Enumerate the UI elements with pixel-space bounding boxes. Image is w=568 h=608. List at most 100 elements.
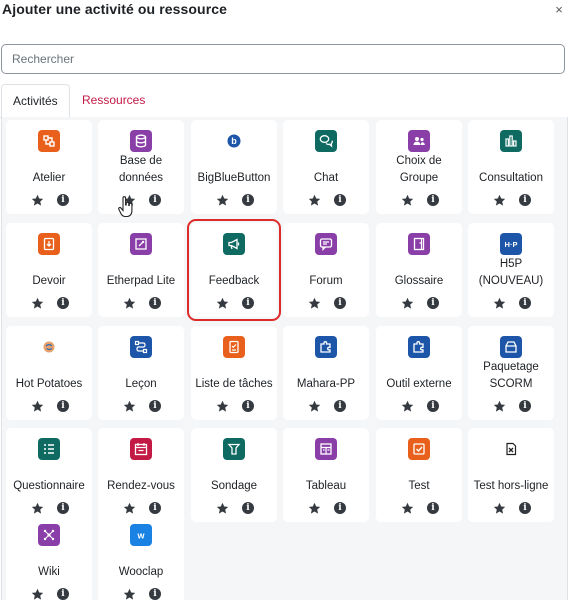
info-icon[interactable]: i (334, 297, 346, 309)
activity-card[interactable]: Consultation i (468, 120, 554, 214)
star-icon[interactable] (308, 502, 321, 515)
activity-name: Etherpad Lite (106, 275, 176, 287)
tab-resources[interactable]: Ressources (71, 84, 156, 116)
activity-card[interactable]: Devoir i (6, 223, 92, 317)
info-icon[interactable]: i (242, 502, 254, 514)
activity-card[interactable]: Hot Potatoes i (6, 326, 92, 420)
star-icon[interactable] (493, 194, 506, 207)
star-icon[interactable] (308, 194, 321, 207)
database-icon (130, 130, 152, 152)
activity-card[interactable]: H·P H5P (NOUVEAU) i (468, 223, 554, 317)
star-icon[interactable] (123, 588, 136, 601)
info-icon[interactable]: i (242, 297, 254, 309)
info-icon[interactable]: i (149, 297, 161, 309)
search-input[interactable] (1, 44, 565, 74)
star-icon[interactable] (216, 502, 229, 515)
board-icon (315, 438, 337, 460)
info-icon[interactable]: i (519, 297, 531, 309)
activity-card[interactable]: Etherpad Lite i (98, 223, 184, 317)
star-icon[interactable] (493, 400, 506, 413)
dialog-title: Ajouter une activité ou ressource (2, 1, 228, 17)
puzzle-icon (315, 336, 337, 358)
info-icon[interactable]: i (242, 194, 254, 206)
info-icon[interactable]: i (427, 400, 439, 412)
activity-card[interactable]: Leçon i (98, 326, 184, 420)
info-icon[interactable]: i (149, 588, 161, 600)
info-icon[interactable]: i (519, 502, 531, 514)
star-icon[interactable] (401, 502, 414, 515)
star-icon[interactable] (31, 400, 44, 413)
activity-card[interactable]: Atelier i (6, 120, 92, 214)
info-icon[interactable]: i (427, 502, 439, 514)
activity-card[interactable]: Paquetage SCORM i (468, 326, 554, 420)
activity-name: Base de données (118, 155, 164, 184)
h5p-icon: H·P (500, 233, 522, 255)
star-icon[interactable] (308, 400, 321, 413)
wooclap-icon: w (130, 524, 152, 546)
info-icon[interactable]: i (334, 502, 346, 514)
info-icon[interactable]: i (149, 400, 161, 412)
activity-name: Hot Potatoes (15, 378, 83, 390)
activity-card[interactable]: Outil externe i (376, 326, 462, 420)
star-icon[interactable] (493, 297, 506, 310)
star-icon[interactable] (123, 400, 136, 413)
info-icon[interactable]: i (427, 194, 439, 206)
info-icon[interactable]: i (334, 194, 346, 206)
star-icon[interactable] (216, 400, 229, 413)
activity-card[interactable]: b BigBlueButton i (191, 120, 277, 214)
star-icon[interactable] (31, 297, 44, 310)
glossary-icon (408, 233, 430, 255)
info-icon[interactable]: i (149, 502, 161, 514)
activity-name: Liste de tâches (195, 378, 273, 390)
quiz-icon (408, 438, 430, 460)
star-icon[interactable] (216, 297, 229, 310)
info-icon[interactable]: i (57, 297, 69, 309)
poll-chart-icon (500, 130, 522, 152)
info-icon[interactable]: i (57, 194, 69, 206)
star-icon[interactable] (31, 194, 44, 207)
activity-card[interactable]: Liste de tâches i (191, 326, 277, 420)
star-icon[interactable] (123, 297, 136, 310)
info-icon[interactable]: i (149, 194, 161, 206)
info-icon[interactable]: i (57, 502, 69, 514)
activity-card[interactable]: w Wooclap i (98, 514, 184, 608)
activity-name: Questionnaire (13, 480, 85, 492)
activity-card[interactable]: Wiki i (6, 514, 92, 608)
tab-activities[interactable]: Activités (1, 84, 70, 119)
activity-name: Test (408, 480, 430, 492)
star-icon[interactable] (308, 297, 321, 310)
activity-card[interactable]: Test i (376, 428, 462, 522)
activity-card[interactable]: Choix de Groupe i (376, 120, 462, 214)
activity-name: BigBlueButton (197, 172, 271, 184)
activity-card[interactable]: Chat i (283, 120, 369, 214)
info-icon[interactable]: i (57, 400, 69, 412)
activity-card[interactable]: Mahara-PP i (283, 326, 369, 420)
activity-card[interactable]: Tableau i (283, 428, 369, 522)
info-icon[interactable]: i (519, 194, 531, 206)
activity-card[interactable]: Base de données i (98, 120, 184, 214)
info-icon[interactable]: i (519, 400, 531, 412)
star-icon[interactable] (401, 194, 414, 207)
activity-card[interactable]: Forum i (283, 223, 369, 317)
star-icon[interactable] (123, 194, 136, 207)
info-icon[interactable]: i (427, 297, 439, 309)
activity-name: Forum (309, 275, 343, 287)
activity-card[interactable]: Sondage i (191, 428, 277, 522)
bigbluebutton-icon: b (223, 130, 245, 152)
star-icon[interactable] (31, 588, 44, 601)
close-icon[interactable]: × (552, 3, 566, 17)
star-icon[interactable] (401, 297, 414, 310)
info-icon[interactable]: i (57, 588, 69, 600)
star-icon[interactable] (216, 194, 229, 207)
info-icon[interactable]: i (242, 400, 254, 412)
group-choice-icon (408, 130, 430, 152)
activity-card[interactable]: Questionnaire i (6, 428, 92, 522)
info-icon[interactable]: i (334, 400, 346, 412)
star-icon[interactable] (493, 502, 506, 515)
star-icon[interactable] (401, 400, 414, 413)
activity-card[interactable]: Glossaire i (376, 223, 462, 317)
activity-card[interactable]: Rendez-vous i (98, 428, 184, 522)
activity-card[interactable]: Feedback i (187, 219, 281, 321)
activity-card[interactable]: Test hors-ligne i (468, 428, 554, 522)
workshop-icon (38, 130, 60, 152)
